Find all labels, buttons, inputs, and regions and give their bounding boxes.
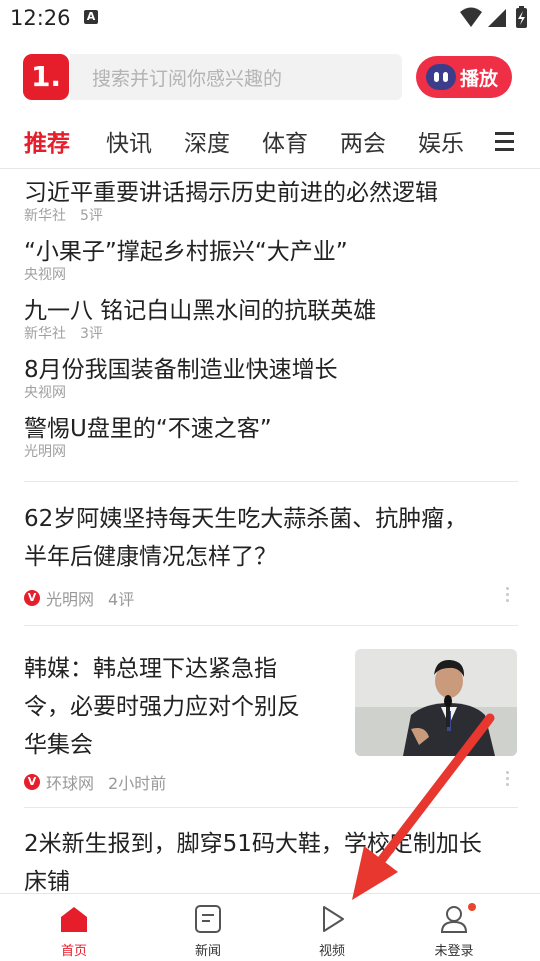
menu-icon[interactable] (495, 132, 514, 156)
headline-item[interactable]: 8月份我国装备制造业快速增长 央视网 (24, 355, 494, 414)
wifi-icon (460, 7, 482, 27)
nav-profile-label: 未登录 (434, 944, 474, 959)
tab-flash[interactable]: 快讯 (106, 124, 152, 158)
home-icon (61, 907, 87, 932)
headline-title: 警惕U盘里的“不速之客” (24, 416, 272, 442)
nav-home[interactable]: 首页 (34, 894, 114, 961)
headline-title: “小果子”撑起乡村振兴“大产业” (24, 239, 348, 265)
play-button[interactable]: 播放 (416, 56, 512, 98)
article-title-line: 令，必要时强力应对个别反 (24, 694, 300, 720)
article-title-line: 韩媒：韩总理下达紧急指 (24, 656, 277, 682)
headline-list: 习近平重要讲话揭示历史前进的必然逻辑 新华社 5评 “小果子”撑起乡村振兴“大产业… (24, 178, 494, 473)
headline-item[interactable]: “小果子”撑起乡村振兴“大产业” 央视网 (24, 237, 494, 296)
signal-icon (488, 9, 506, 27)
nav-news[interactable]: 新闻 (168, 894, 248, 961)
source-badge-icon: V (24, 774, 40, 790)
article-card[interactable]: 62岁阿姨坚持每天生吃大蒜杀菌、抗肿瘤， 半年后健康情况怎样了？ V 光明网 4… (24, 500, 518, 610)
article-time: 2小时前 (108, 774, 167, 793)
top-bar: 1. 搜索并订阅你感兴趣的 播放 (0, 52, 540, 102)
more-options-icon[interactable] (506, 587, 510, 605)
nav-profile[interactable]: 未登录 (414, 894, 494, 961)
article-thumbnail[interactable] (355, 649, 517, 756)
tab-two-sessions[interactable]: 两会 (340, 124, 386, 158)
article-source: 环球网 (46, 774, 95, 793)
news-icon (195, 905, 221, 933)
category-tabs: 推荐 快讯 深度 体育 两会 娱乐 (0, 118, 540, 169)
divider (24, 481, 518, 482)
headline-title: 九一八 铭记白山黑水间的抗联英雄 (24, 298, 377, 324)
headline-item[interactable]: 习近平重要讲话揭示历史前进的必然逻辑 新华社 5评 (24, 178, 494, 237)
search-input[interactable]: 搜索并订阅你感兴趣的 (70, 54, 402, 100)
article-card[interactable]: 韩媒：韩总理下达紧急指 令，必要时强力应对个别反 华集会 V 环球网 2小时前 (24, 650, 344, 794)
person-photo (355, 649, 517, 756)
tab-entertainment[interactable]: 娱乐 (418, 124, 464, 158)
status-time: 12:26 (10, 6, 71, 30)
notification-a-icon: A (84, 10, 98, 24)
bottom-nav: 首页 新闻 视频 未登录 (0, 893, 540, 961)
headline-item[interactable]: 九一八 铭记白山黑水间的抗联英雄 新华社 3评 (24, 296, 494, 355)
nav-news-label: 新闻 (194, 944, 221, 959)
article-title-line: 2米新生报到，脚穿51码大鞋，学校定制加长 (24, 831, 482, 857)
headline-source: 光明网 (24, 444, 66, 460)
play-label: 播放 (460, 68, 499, 90)
headline-source: 央视网 (24, 267, 66, 283)
system-status-icons (460, 6, 527, 28)
article-comments: 4评 (108, 590, 135, 609)
notification-dot (468, 903, 476, 911)
more-options-icon[interactable] (506, 771, 510, 789)
headline-source: 新华社 (24, 208, 66, 224)
article-card[interactable]: 2米新生报到，脚穿51码大鞋，学校定制加长 床铺 (24, 825, 524, 901)
headline-comments: 3评 (80, 326, 103, 342)
battery-icon (516, 6, 527, 28)
search-placeholder: 搜索并订阅你感兴趣的 (92, 68, 283, 90)
video-icon (323, 906, 344, 932)
divider (24, 807, 518, 808)
tab-sports[interactable]: 体育 (262, 124, 308, 158)
nav-home-label: 首页 (60, 944, 87, 959)
headline-title: 习近平重要讲话揭示历史前进的必然逻辑 (24, 180, 438, 206)
headline-source: 新华社 (24, 326, 66, 342)
tab-depth[interactable]: 深度 (184, 124, 230, 158)
headline-title: 8月份我国装备制造业快速增长 (24, 357, 338, 383)
headline-source: 央视网 (24, 385, 66, 401)
tab-recommend[interactable]: 推荐 (24, 124, 70, 158)
status-bar: 12:26 A (0, 0, 540, 36)
article-title-line: 华集会 (24, 732, 93, 758)
headline-comments: 5评 (80, 208, 103, 224)
divider (24, 625, 518, 626)
user-icon (440, 906, 468, 933)
article-title-line: 半年后健康情况怎样了？ (24, 544, 277, 570)
robot-face-icon (426, 64, 456, 90)
app-logo[interactable]: 1. (23, 54, 69, 100)
headline-item[interactable]: 警惕U盘里的“不速之客” 光明网 (24, 414, 494, 473)
nav-video-label: 视频 (318, 944, 345, 959)
source-badge-icon: V (24, 590, 40, 606)
article-source: 光明网 (46, 590, 95, 609)
nav-video[interactable]: 视频 (292, 894, 372, 961)
article-title-line: 62岁阿姨坚持每天生吃大蒜杀菌、抗肿瘤， (24, 506, 468, 532)
